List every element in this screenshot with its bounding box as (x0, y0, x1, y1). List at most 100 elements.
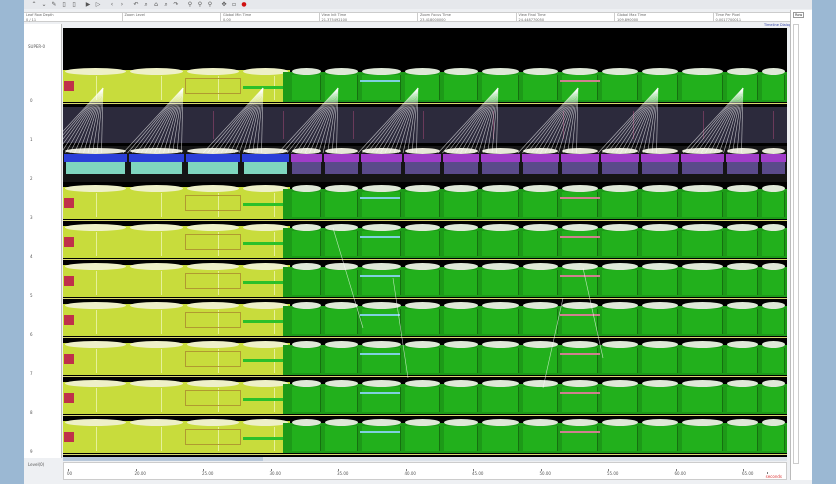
message-arrow (371, 87, 419, 154)
info-field: Zoom Focus Time 23.418000000 (418, 13, 517, 23)
message-arrow (145, 87, 184, 154)
zoom-out-icon[interactable]: ⌕ (162, 1, 170, 8)
message-arrow (718, 87, 744, 154)
message-arrow (220, 87, 264, 154)
zoom-in-icon[interactable]: ⌕ (142, 1, 150, 8)
axis-tick-label: 50.00 (539, 469, 551, 476)
search-forward-icon[interactable]: ⚲ (206, 1, 214, 8)
info-label: Zoom Level (124, 13, 145, 17)
info-value[interactable]: 0.00 (223, 18, 319, 23)
delete-icon[interactable]: ▯ (70, 1, 78, 8)
up-icon[interactable]: ⌃ (30, 1, 38, 8)
blank-icon[interactable]: ▫ (230, 1, 238, 8)
message-arrow (460, 87, 499, 154)
message-arrow (332, 227, 364, 329)
row-label[interactable]: 0 (30, 98, 33, 103)
step-icon[interactable]: ▷ (94, 1, 102, 8)
info-value[interactable]: 0 / 11 (26, 18, 122, 23)
scroll-thumb[interactable] (63, 457, 263, 461)
back-icon[interactable]: ‹ (108, 1, 116, 8)
message-arrow (225, 87, 264, 154)
info-value[interactable]: 21.375492100 (322, 18, 418, 23)
message-arrow (313, 87, 339, 154)
axis-tick-label: 40.00 (404, 469, 416, 476)
message-arrow (629, 87, 659, 154)
row-label[interactable]: 2 (30, 176, 33, 181)
message-arrow (553, 87, 579, 154)
axis-tick-label: 45.00 (472, 469, 484, 476)
horizontal-scrollbar[interactable] (63, 457, 787, 461)
message-arrow (620, 87, 659, 154)
down-icon[interactable]: ⌄ (40, 1, 48, 8)
info-value[interactable]: 24.448770050 (519, 18, 615, 23)
axis-tick-label: 20.00 (134, 469, 146, 476)
row-label[interactable]: 7 (30, 371, 33, 376)
axis-tick-label: 65.00 (742, 469, 754, 476)
message-arrow (633, 87, 659, 154)
message-arrow (700, 87, 744, 154)
message-arrow (392, 277, 409, 379)
search-icon[interactable]: ⚲ (186, 1, 194, 8)
row-label-panel: SUPER-0 0 1 2 3 4 5 6 7 8 9 Level(0) (24, 24, 62, 467)
message-arrow (705, 87, 744, 154)
legend-link[interactable]: Timeline Dialog (764, 23, 791, 27)
root-label[interactable]: SUPER-0 (28, 44, 45, 49)
row-label[interactable]: 9 (30, 449, 33, 454)
play-icon[interactable]: ▶ (84, 1, 92, 8)
info-field: Zoom Level (123, 13, 221, 21)
message-arrow (234, 87, 264, 154)
message-arrow (291, 87, 339, 154)
message-arrow (549, 87, 579, 154)
row-label[interactable]: 5 (30, 293, 33, 298)
row-label[interactable]: 4 (30, 254, 33, 259)
row-label[interactable]: 6 (30, 332, 33, 337)
stop-icon[interactable]: ● (240, 1, 248, 8)
message-arrow (309, 87, 339, 154)
timeline-canvas[interactable] (63, 28, 787, 457)
row-label[interactable]: 3 (30, 215, 33, 220)
message-arrow (380, 87, 419, 154)
right-panel: Row (790, 10, 812, 480)
message-arrow (78, 87, 104, 154)
message-arrow (451, 87, 499, 154)
home-icon[interactable]: ⌂ (152, 1, 160, 8)
message-arrow (136, 87, 184, 154)
delete-icon[interactable]: ▯ (60, 1, 68, 8)
message-arrow (714, 87, 744, 154)
message-arrow (300, 87, 339, 154)
axis-note: seconds (765, 472, 782, 479)
redo-icon[interactable]: ↷ (172, 1, 180, 8)
message-arrow (375, 87, 419, 154)
level-label: Level(0) (28, 462, 45, 467)
toolbar: ⌃ ⌄ ✎ ▯ ▯ ▶ ▷ ‹ › ↶ ⌕ ⌂ ⌕ ↷ ⚲ ⚲ ⚲ ✥ ▫ ● (24, 0, 812, 9)
axis-tick-label: 60.00 (674, 469, 686, 476)
message-arrow (542, 297, 564, 389)
row-label[interactable]: 1 (30, 137, 33, 142)
legend-select[interactable]: Row (793, 12, 805, 18)
message-arrow (63, 87, 104, 151)
message-arrow (469, 87, 499, 154)
settings-icon[interactable]: ✥ (220, 1, 228, 8)
axis-tick-label: 35.00 (337, 469, 349, 476)
info-value[interactable]: 109.890000 (617, 18, 713, 23)
message-arrow (535, 87, 579, 154)
message-arrow (473, 87, 499, 154)
undo-icon[interactable]: ↶ (132, 1, 140, 8)
info-field: Global Max Time 109.890000 (615, 13, 714, 23)
vertical-scrollbar[interactable] (793, 24, 799, 464)
row-label[interactable]: 8 (30, 410, 33, 415)
info-bar: Leaf Row Depth 0 / 11 Zoom Level Global Min… (24, 12, 812, 22)
search-backward-icon[interactable]: ⚲ (196, 1, 204, 8)
info-value[interactable]: 23.418000000 (420, 18, 516, 23)
message-arrow (238, 87, 264, 154)
message-arrow (154, 87, 184, 154)
message-arrow (65, 87, 104, 154)
axis-tick-label: 25.00 (202, 469, 214, 476)
message-arrow (389, 87, 419, 154)
info-field: View Init Time 21.375492100 (320, 13, 418, 23)
forward-icon[interactable]: › (118, 1, 126, 8)
message-arrow (611, 87, 659, 154)
message-arrows (63, 87, 744, 389)
edit-icon[interactable]: ✎ (50, 1, 58, 8)
info-field: View Final Time 24.448770050 (517, 13, 615, 23)
